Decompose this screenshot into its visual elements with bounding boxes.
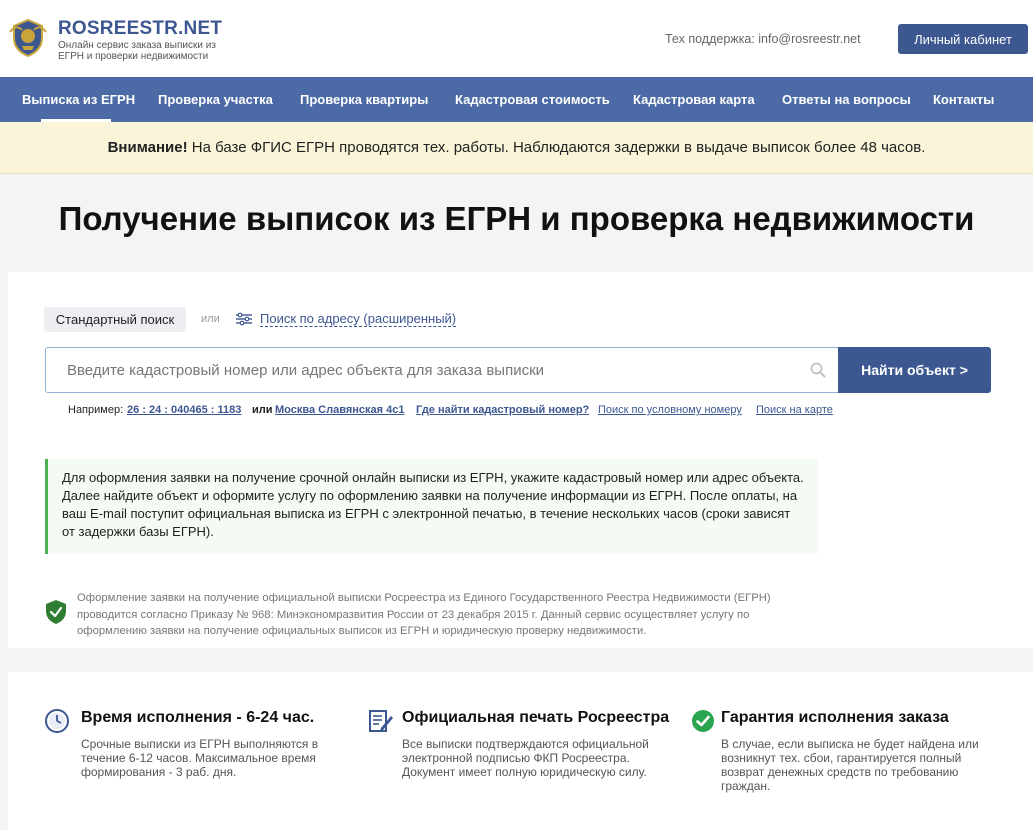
advanced-address-search-link[interactable]: Поиск по адресу (расширенный) <box>260 311 457 327</box>
nav-item-faq[interactable]: Ответы на вопросы <box>782 77 911 122</box>
page-title: Получение выписок из ЕГРН и проверка нед… <box>58 200 975 237</box>
feature-text: В случае, если выписка не будет найдена … <box>721 737 979 793</box>
logo-subtitle: Онлайн сервис заказа выписки из ЕГРН и п… <box>58 40 216 62</box>
main-nav: Выписка из ЕГРН Проверка участка Проверк… <box>0 77 1033 122</box>
nav-item-land-check[interactable]: Проверка участка <box>158 77 273 122</box>
find-object-button[interactable]: Найти объект > <box>838 347 991 393</box>
support-email[interactable]: Тех поддержка: info@rosreestr.net <box>665 32 861 46</box>
shield-check-icon <box>46 600 66 624</box>
personal-cabinet-button[interactable]: Личный кабинет <box>898 24 1028 54</box>
warning-banner: Внимание! На базе ФГИС ЕГРН проводятся т… <box>0 122 1033 174</box>
example-cadastral-link[interactable]: 26 : 24 : 040465 : 1183 <box>127 404 241 416</box>
search-card: Стандартный поиск или Поиск по адресу (р… <box>8 272 1033 648</box>
feature-title: Время исполнения - 6-24 час. <box>81 709 315 726</box>
emblem-icon <box>9 18 47 58</box>
nav-item-apartment-check[interactable]: Проверка квартиры <box>300 77 428 122</box>
legal-text: Оформление заявки на получение официальн… <box>77 592 771 637</box>
feature-title: Официальная печать Росреестра <box>402 709 670 726</box>
examples-or: или <box>252 404 273 416</box>
examples-label: Например: <box>68 404 124 416</box>
document-edit-icon <box>369 710 393 732</box>
filter-sliders-icon <box>236 312 252 326</box>
site-header: ROSREESTR.NET Онлайн сервис заказа выпис… <box>0 0 1033 77</box>
feature-text: Все выписки подтверждаются официальной э… <box>402 737 649 779</box>
where-find-cadastral-link[interactable]: Где найти кадастровый номер? <box>416 404 589 416</box>
warning-label: Внимание! <box>107 139 188 156</box>
search-icon <box>810 362 826 378</box>
features-section: Время исполнения - 6-24 час. Срочные вып… <box>8 672 1033 830</box>
feature-text: Срочные выписки из ЕГРН выполняются в те… <box>81 737 319 779</box>
logo-title: ROSREESTR.NET <box>58 18 223 39</box>
feature-title: Гарантия исполнения заказа <box>721 709 949 726</box>
info-box: Для оформления заявки на получение срочн… <box>45 459 818 554</box>
nav-item-cadastral-value[interactable]: Кадастровая стоимость <box>455 77 610 122</box>
logo[interactable]: ROSREESTR.NET Онлайн сервис заказа выпис… <box>8 18 248 62</box>
nav-item-egrn-extract[interactable]: Выписка из ЕГРН <box>22 77 135 122</box>
clock-icon <box>45 709 69 733</box>
search-input[interactable] <box>45 347 838 393</box>
or-label: или <box>201 313 220 325</box>
nav-item-cadastral-map[interactable]: Кадастровая карта <box>633 77 755 122</box>
map-search-link[interactable]: Поиск на карте <box>756 404 833 416</box>
example-address-link[interactable]: Москва Славянская 4с1 <box>275 404 404 416</box>
check-circle-icon <box>692 710 714 732</box>
nav-item-contacts[interactable]: Контакты <box>933 77 994 122</box>
conditional-number-search-link[interactable]: Поиск по условному номеру <box>598 404 742 416</box>
standard-search-tab[interactable]: Стандартный поиск <box>44 307 186 332</box>
warning-text: На базе ФГИС ЕГРН проводятся тех. работы… <box>187 139 926 156</box>
